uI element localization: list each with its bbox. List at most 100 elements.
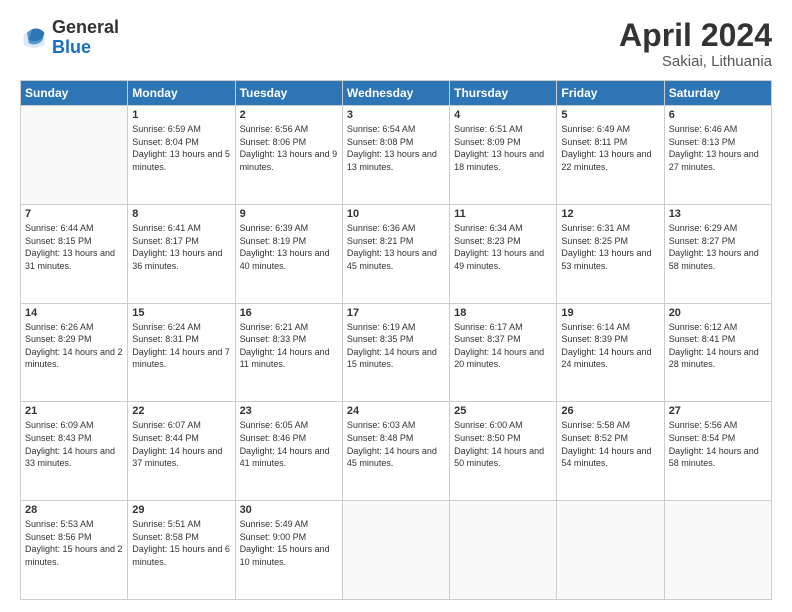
day-info: Sunrise: 6:39 AMSunset: 8:19 PMDaylight:… <box>240 222 338 272</box>
day-number: 26 <box>561 405 659 417</box>
day-number: 25 <box>454 405 552 417</box>
calendar-week-row: 28 Sunrise: 5:53 AMSunset: 8:56 PMDayligh… <box>21 501 772 600</box>
day-number: 18 <box>454 307 552 319</box>
day-number: 8 <box>132 208 230 220</box>
table-row: 3 Sunrise: 6:54 AMSunset: 8:08 PMDaylight… <box>342 106 449 205</box>
table-row: 30 Sunrise: 5:49 AMSunset: 9:00 PMDayligh… <box>235 501 342 600</box>
table-row: 25 Sunrise: 6:00 AMSunset: 8:50 PMDayligh… <box>450 402 557 501</box>
day-number: 27 <box>669 405 767 417</box>
header-tuesday: Tuesday <box>235 81 342 106</box>
table-row: 11 Sunrise: 6:34 AMSunset: 8:23 PMDayligh… <box>450 204 557 303</box>
day-info: Sunrise: 5:49 AMSunset: 9:00 PMDaylight:… <box>240 518 338 568</box>
weekday-header-row: Sunday Monday Tuesday Wednesday Thursday… <box>21 81 772 106</box>
calendar-table: Sunday Monday Tuesday Wednesday Thursday… <box>20 80 772 600</box>
day-number: 4 <box>454 109 552 121</box>
title-block: April 2024 Sakiai, Lithuania <box>619 18 772 70</box>
day-number: 21 <box>25 405 123 417</box>
table-row: 4 Sunrise: 6:51 AMSunset: 8:09 PMDaylight… <box>450 106 557 205</box>
table-row <box>557 501 664 600</box>
page: General Blue April 2024 Sakiai, Lithuani… <box>0 0 792 612</box>
day-number: 19 <box>561 307 659 319</box>
day-info: Sunrise: 6:46 AMSunset: 8:13 PMDaylight:… <box>669 123 767 173</box>
table-row: 28 Sunrise: 5:53 AMSunset: 8:56 PMDayligh… <box>21 501 128 600</box>
table-row: 22 Sunrise: 6:07 AMSunset: 8:44 PMDayligh… <box>128 402 235 501</box>
day-info: Sunrise: 6:49 AMSunset: 8:11 PMDaylight:… <box>561 123 659 173</box>
day-info: Sunrise: 6:19 AMSunset: 8:35 PMDaylight:… <box>347 321 445 371</box>
day-info: Sunrise: 6:05 AMSunset: 8:46 PMDaylight:… <box>240 419 338 469</box>
table-row: 13Sunrise: 6:29 AMSunset: 8:27 PMDayligh… <box>664 204 771 303</box>
table-row: 27 Sunrise: 5:56 AMSunset: 8:54 PMDayligh… <box>664 402 771 501</box>
table-row: 5 Sunrise: 6:49 AMSunset: 8:11 PMDaylight… <box>557 106 664 205</box>
day-info: Sunrise: 6:54 AMSunset: 8:08 PMDaylight:… <box>347 123 445 173</box>
table-row: 20 Sunrise: 6:12 AMSunset: 8:41 PMDayligh… <box>664 303 771 402</box>
month-year: April 2024 <box>619 18 772 53</box>
table-row: 2 Sunrise: 6:56 AMSunset: 8:06 PMDaylight… <box>235 106 342 205</box>
table-row: 17 Sunrise: 6:19 AMSunset: 8:35 PMDayligh… <box>342 303 449 402</box>
header-friday: Friday <box>557 81 664 106</box>
day-number: 9 <box>240 208 338 220</box>
day-number: 22 <box>132 405 230 417</box>
day-number: 17 <box>347 307 445 319</box>
day-info: Sunrise: 5:53 AMSunset: 8:56 PMDaylight:… <box>25 518 123 568</box>
table-row: 26 Sunrise: 5:58 AMSunset: 8:52 PMDayligh… <box>557 402 664 501</box>
day-info: Sunrise: 6:31 AMSunset: 8:25 PMDaylight:… <box>561 222 659 272</box>
header: General Blue April 2024 Sakiai, Lithuani… <box>20 18 772 70</box>
day-number: 15 <box>132 307 230 319</box>
day-info: Sunrise: 6:59 AMSunset: 8:04 PMDaylight:… <box>132 123 230 173</box>
day-info: Sunrise: 6:21 AMSunset: 8:33 PMDaylight:… <box>240 321 338 371</box>
day-number: 10 <box>347 208 445 220</box>
table-row: 1Sunrise: 6:59 AMSunset: 8:04 PMDaylight… <box>128 106 235 205</box>
day-number: 30 <box>240 504 338 516</box>
table-row: 23 Sunrise: 6:05 AMSunset: 8:46 PMDayligh… <box>235 402 342 501</box>
header-wednesday: Wednesday <box>342 81 449 106</box>
day-info: Sunrise: 6:34 AMSunset: 8:23 PMDaylight:… <box>454 222 552 272</box>
day-number: 23 <box>240 405 338 417</box>
table-row <box>21 106 128 205</box>
header-sunday: Sunday <box>21 81 128 106</box>
day-info: Sunrise: 6:41 AMSunset: 8:17 PMDaylight:… <box>132 222 230 272</box>
day-info: Sunrise: 5:58 AMSunset: 8:52 PMDaylight:… <box>561 419 659 469</box>
day-info: Sunrise: 6:00 AMSunset: 8:50 PMDaylight:… <box>454 419 552 469</box>
day-info: Sunrise: 6:56 AMSunset: 8:06 PMDaylight:… <box>240 123 338 173</box>
table-row: 19 Sunrise: 6:14 AMSunset: 8:39 PMDayligh… <box>557 303 664 402</box>
day-number: 11 <box>454 208 552 220</box>
header-saturday: Saturday <box>664 81 771 106</box>
table-row: 8 Sunrise: 6:41 AMSunset: 8:17 PMDaylight… <box>128 204 235 303</box>
table-row: 24 Sunrise: 6:03 AMSunset: 8:48 PMDayligh… <box>342 402 449 501</box>
table-row: 10 Sunrise: 6:36 AMSunset: 8:21 PMDayligh… <box>342 204 449 303</box>
table-row: 7 Sunrise: 6:44 AMSunset: 8:15 PMDaylight… <box>21 204 128 303</box>
day-number: 3 <box>347 109 445 121</box>
day-number: 24 <box>347 405 445 417</box>
day-number: 7 <box>25 208 123 220</box>
day-info: Sunrise: 5:56 AMSunset: 8:54 PMDaylight:… <box>669 419 767 469</box>
table-row: 6Sunrise: 6:46 AMSunset: 8:13 PMDaylight… <box>664 106 771 205</box>
day-info: Sunrise: 6:44 AMSunset: 8:15 PMDaylight:… <box>25 222 123 272</box>
calendar-week-row: 14Sunrise: 6:26 AMSunset: 8:29 PMDayligh… <box>21 303 772 402</box>
day-info: Sunrise: 5:51 AMSunset: 8:58 PMDaylight:… <box>132 518 230 568</box>
day-info: Sunrise: 6:07 AMSunset: 8:44 PMDaylight:… <box>132 419 230 469</box>
day-info: Sunrise: 6:09 AMSunset: 8:43 PMDaylight:… <box>25 419 123 469</box>
table-row: 29Sunrise: 5:51 AMSunset: 8:58 PMDayligh… <box>128 501 235 600</box>
table-row: 15Sunrise: 6:24 AMSunset: 8:31 PMDayligh… <box>128 303 235 402</box>
day-info: Sunrise: 6:17 AMSunset: 8:37 PMDaylight:… <box>454 321 552 371</box>
day-info: Sunrise: 6:26 AMSunset: 8:29 PMDaylight:… <box>25 321 123 371</box>
day-info: Sunrise: 6:51 AMSunset: 8:09 PMDaylight:… <box>454 123 552 173</box>
day-number: 28 <box>25 504 123 516</box>
day-number: 20 <box>669 307 767 319</box>
table-row <box>450 501 557 600</box>
day-info: Sunrise: 6:29 AMSunset: 8:27 PMDaylight:… <box>669 222 767 272</box>
table-row: 16Sunrise: 6:21 AMSunset: 8:33 PMDayligh… <box>235 303 342 402</box>
day-info: Sunrise: 6:03 AMSunset: 8:48 PMDaylight:… <box>347 419 445 469</box>
day-number: 2 <box>240 109 338 121</box>
table-row: 9 Sunrise: 6:39 AMSunset: 8:19 PMDaylight… <box>235 204 342 303</box>
location: Sakiai, Lithuania <box>619 53 772 70</box>
header-monday: Monday <box>128 81 235 106</box>
day-info: Sunrise: 6:12 AMSunset: 8:41 PMDaylight:… <box>669 321 767 371</box>
day-info: Sunrise: 6:36 AMSunset: 8:21 PMDaylight:… <box>347 222 445 272</box>
table-row: 21 Sunrise: 6:09 AMSunset: 8:43 PMDayligh… <box>21 402 128 501</box>
day-number: 5 <box>561 109 659 121</box>
day-info: Sunrise: 6:14 AMSunset: 8:39 PMDaylight:… <box>561 321 659 371</box>
logo-text: General Blue <box>52 18 119 58</box>
table-row: 18 Sunrise: 6:17 AMSunset: 8:37 PMDayligh… <box>450 303 557 402</box>
table-row <box>664 501 771 600</box>
